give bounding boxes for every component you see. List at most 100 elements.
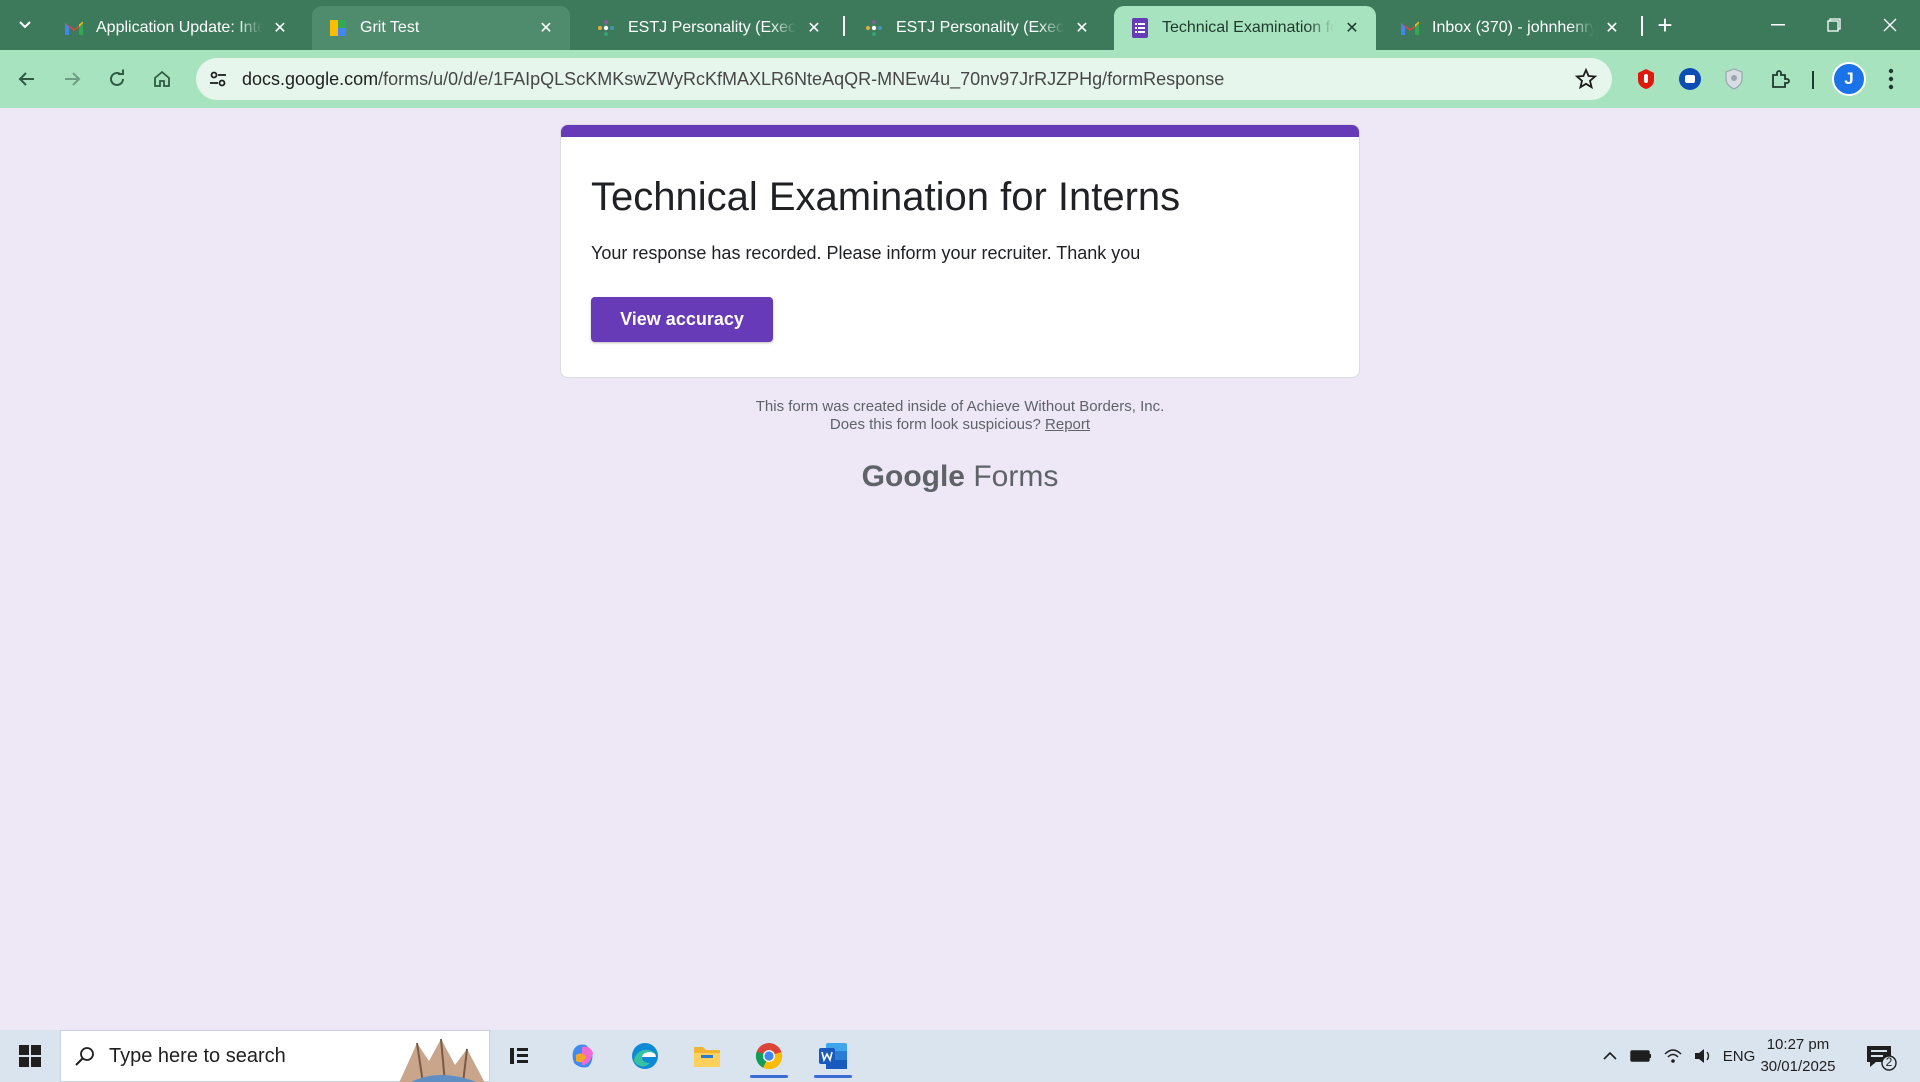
start-button[interactable]	[10, 1038, 50, 1074]
browser-menu-button[interactable]	[1876, 65, 1906, 93]
tab-application-update[interactable]: Application Update: Intern ✕	[48, 6, 304, 50]
edge-icon	[632, 1043, 658, 1069]
close-tab-icon[interactable]: ✕	[1072, 18, 1092, 38]
grit-icon	[328, 18, 348, 38]
record-icon	[1679, 68, 1701, 90]
sixteen-personalities-icon	[596, 18, 616, 38]
more-vertical-icon	[1888, 68, 1894, 90]
gmail-icon	[1400, 18, 1420, 38]
tab-inbox[interactable]: Inbox (370) - johnhenrywo ✕	[1384, 6, 1636, 50]
copilot-icon	[572, 1044, 593, 1068]
close-tab-icon[interactable]: ✕	[804, 18, 824, 38]
browser-toolbar: docs.google.com/forms/u/0/d/e/1FAIpQLScK…	[0, 50, 1920, 108]
card-accent-bar	[561, 125, 1359, 137]
close-tab-icon[interactable]: ✕	[270, 18, 290, 38]
network-indicator[interactable]	[1660, 1044, 1686, 1068]
hand-icon	[1638, 69, 1654, 89]
taskbar-search[interactable]: Type here to search	[60, 1030, 490, 1082]
toolbar-divider	[1812, 71, 1814, 89]
close-icon	[1883, 18, 1897, 32]
extension-blue[interactable]	[1676, 65, 1704, 93]
restore-icon	[1827, 18, 1841, 32]
close-tab-icon[interactable]: ✕	[1602, 18, 1622, 38]
tab-technical-examination[interactable]: Technical Examination for Interns ✕	[1114, 6, 1376, 50]
task-view-button[interactable]	[492, 1034, 546, 1078]
url-path: /forms/u/0/d/e/1FAIpQLScKMKswZWyRcKfMAXL…	[378, 69, 1225, 89]
search-highlight-illustration	[399, 1038, 485, 1082]
gmail-icon	[64, 18, 84, 38]
close-tab-icon[interactable]: ✕	[536, 18, 556, 38]
clock-time: 10:27 pm	[1766, 1036, 1830, 1053]
arrow-left-icon	[18, 72, 34, 86]
tab-title: Application Update: Intern	[96, 19, 262, 36]
tab-grit-test[interactable]: Grit Test ✕	[312, 6, 570, 50]
extension-red[interactable]	[1632, 65, 1660, 93]
tab-title: ESTJ Personality (Executive)	[628, 19, 796, 36]
tab-search-button[interactable]	[8, 8, 42, 42]
new-tab-button[interactable]: +	[1650, 10, 1680, 40]
battery-indicator[interactable]	[1628, 1044, 1654, 1068]
close-window-button[interactable]	[1862, 0, 1918, 50]
copilot-app[interactable]	[556, 1034, 610, 1078]
reload-icon	[110, 69, 124, 86]
folder-icon	[694, 1047, 720, 1067]
chrome-app[interactable]	[742, 1034, 796, 1078]
input-language[interactable]: ENG	[1720, 1044, 1758, 1068]
close-tab-icon[interactable]: ✕	[1342, 18, 1362, 38]
tab-title: Inbox (370) - johnhenrywo	[1432, 19, 1594, 36]
back-button[interactable]	[10, 62, 44, 96]
minimize-icon	[1771, 24, 1785, 26]
tab-separator	[843, 16, 845, 36]
logo-google: Google	[861, 460, 965, 493]
extension-shield[interactable]	[1720, 65, 1748, 93]
tab-separator	[1641, 16, 1643, 36]
report-link[interactable]: Report	[1045, 416, 1090, 433]
show-hidden-icons-button[interactable]	[1598, 1044, 1622, 1068]
search-placeholder: Type here to search	[109, 1044, 286, 1067]
wifi-icon	[1664, 1049, 1682, 1063]
address-bar[interactable]: docs.google.com/forms/u/0/d/e/1FAIpQLScK…	[196, 58, 1612, 100]
google-forms-logo[interactable]: Google Forms	[0, 460, 1920, 494]
abuse-notice: Does this form look suspicious? Report	[0, 416, 1920, 433]
view-accuracy-button[interactable]: View accuracy	[591, 297, 773, 342]
word-icon	[819, 1043, 847, 1069]
google-forms-icon	[1130, 18, 1150, 38]
tab-title: Technical Examination for Interns	[1162, 19, 1334, 36]
forward-button[interactable]	[55, 62, 89, 96]
tune-icon	[210, 71, 226, 87]
chevron-down-icon	[19, 21, 31, 29]
file-explorer-app[interactable]	[680, 1034, 734, 1078]
minimize-button[interactable]	[1750, 0, 1806, 50]
extensions-button[interactable]	[1766, 65, 1794, 93]
notification-center-button[interactable]: 2	[1864, 1042, 1898, 1072]
logo-forms: Forms	[973, 460, 1059, 493]
form-title: Technical Examination for Interns	[591, 175, 1181, 219]
tab-title: Grit Test	[360, 19, 420, 36]
home-icon	[154, 70, 170, 87]
home-button[interactable]	[145, 62, 179, 96]
site-info-button[interactable]	[206, 67, 230, 91]
running-indicator	[814, 1075, 852, 1078]
speaker-icon	[1695, 1049, 1710, 1063]
tab-estj-1[interactable]: ESTJ Personality (Executive) ✕	[580, 6, 838, 50]
word-app[interactable]	[806, 1034, 860, 1078]
clock-date: 30/01/2025	[1760, 1058, 1836, 1075]
shield-icon	[1725, 68, 1743, 90]
battery-icon	[1630, 1050, 1651, 1062]
restore-button[interactable]	[1806, 0, 1862, 50]
url-text: docs.google.com/forms/u/0/d/e/1FAIpQLScK…	[242, 69, 1224, 90]
chevron-up-icon	[1603, 1051, 1617, 1060]
bookmark-star-button[interactable]	[1574, 67, 1598, 91]
tab-estj-2[interactable]: ESTJ Personality (Executive) ✕	[848, 6, 1106, 50]
reload-button[interactable]	[100, 62, 134, 96]
form-response-card: Technical Examination for Interns Your r…	[560, 124, 1360, 378]
confirmation-message: Your response has recorded. Please infor…	[591, 243, 1141, 263]
volume-indicator[interactable]	[1690, 1044, 1716, 1068]
running-indicator	[750, 1075, 788, 1078]
profile-avatar[interactable]: J	[1832, 62, 1866, 96]
task-view-icon	[510, 1048, 528, 1064]
sixteen-personalities-icon	[864, 18, 884, 38]
star-icon	[1574, 67, 1598, 90]
system-clock[interactable]: 10:27 pm 30/01/2025	[1756, 1034, 1840, 1078]
edge-app[interactable]	[618, 1034, 672, 1078]
